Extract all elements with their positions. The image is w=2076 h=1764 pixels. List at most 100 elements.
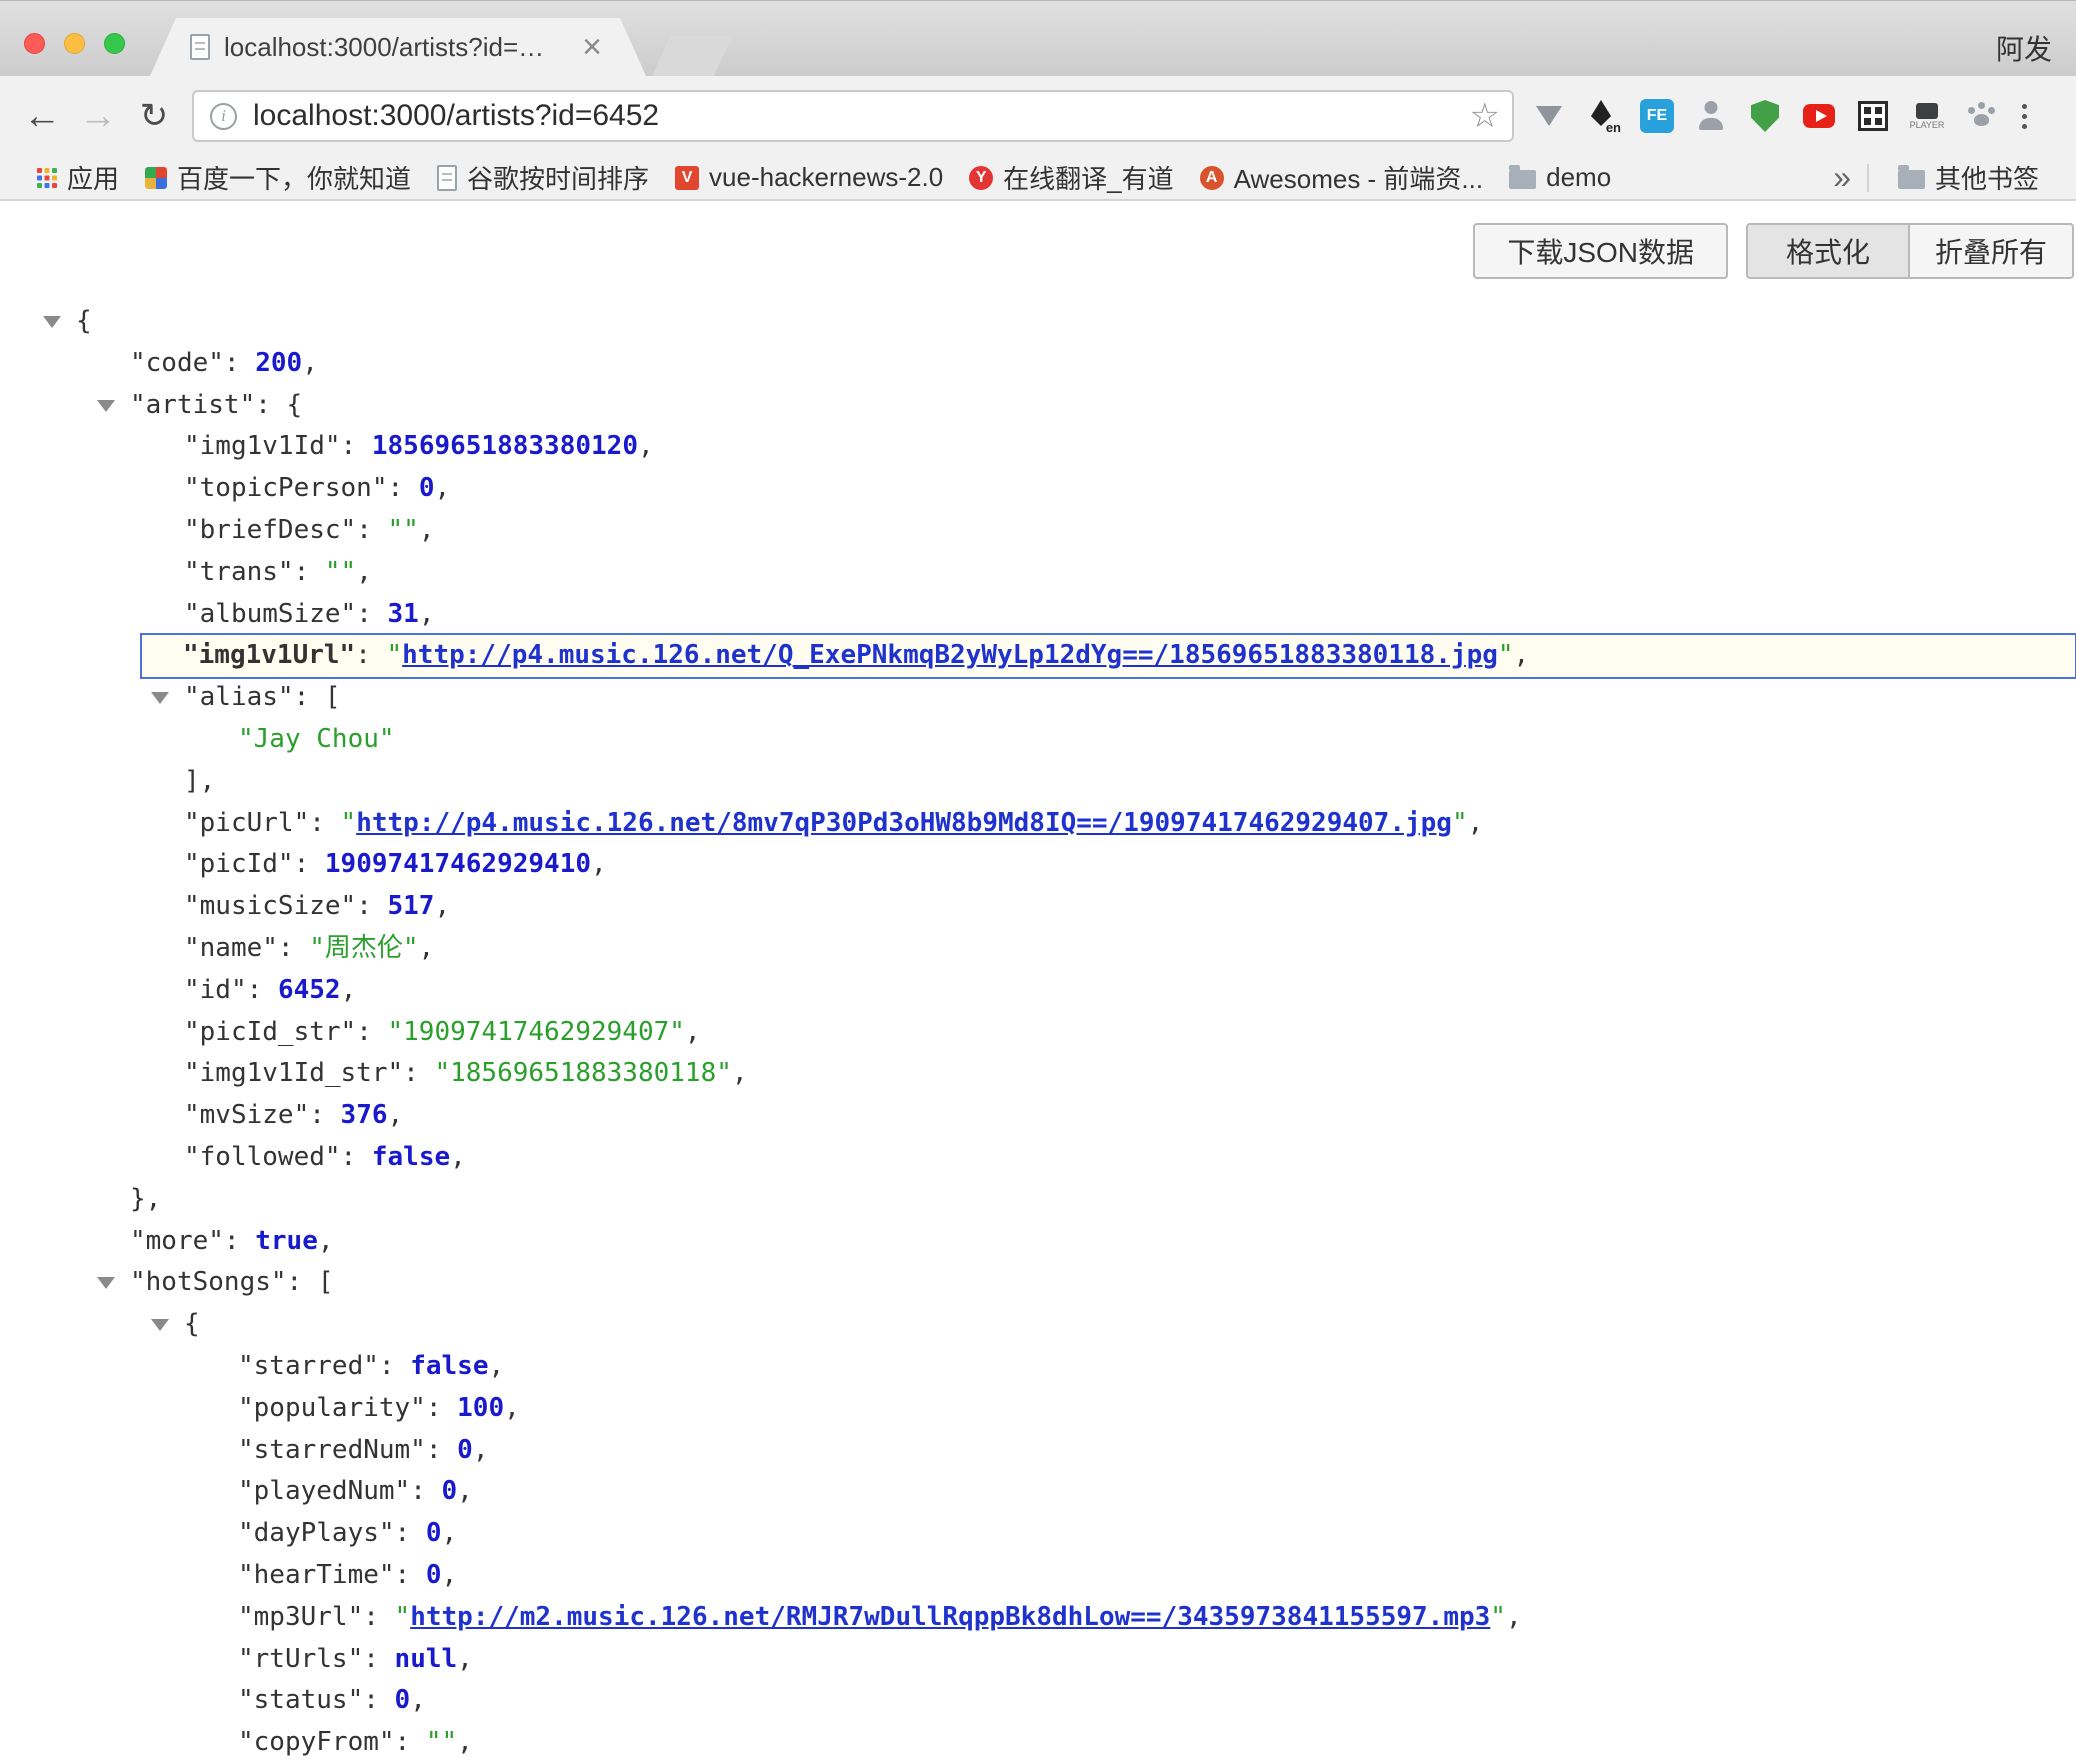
bookmark-star-icon[interactable]: ☆ — [1470, 96, 1500, 136]
folder-icon — [1509, 170, 1536, 189]
window-zoom-button[interactable] — [104, 33, 125, 54]
json-rows: {"code": 200,"artist": {"img1v1Id": 1856… — [0, 301, 2076, 1764]
json-key: "musicSize" — [184, 891, 356, 921]
tab-close-icon[interactable]: × — [582, 30, 602, 64]
json-punct: : — [379, 1351, 410, 1381]
bookmark-item[interactable]: demo — [1496, 156, 1624, 199]
qrcode-icon[interactable] — [1856, 99, 1890, 133]
json-row: { — [0, 301, 2076, 343]
translate-pen-icon[interactable]: en — [1586, 99, 1620, 133]
reload-button[interactable]: ↻ — [126, 96, 182, 136]
json-punct: , — [488, 1351, 504, 1381]
bookmarks-overflow-icon[interactable]: » — [1833, 159, 1851, 196]
adblock-shield-icon[interactable] — [1748, 99, 1782, 133]
json-key: "artist" — [130, 390, 255, 420]
json-string: "" — [325, 557, 356, 587]
profile-person-icon[interactable] — [1694, 99, 1728, 133]
bookmark-item[interactable]: 谷歌按时间排序 — [424, 156, 662, 199]
json-row: "img1v1Id_str": "18569651883380118", — [0, 1053, 2076, 1095]
json-punct: , — [1506, 1602, 1522, 1632]
json-punct: : { — [255, 390, 302, 420]
json-number: 0 — [419, 473, 435, 503]
window-titlebar: localhost:3000/artists?id=645 × 阿发 — [0, 0, 2076, 76]
json-string: "Jay Chou" — [238, 724, 395, 754]
youtube-icon[interactable] — [1802, 99, 1836, 133]
json-key: "code" — [130, 348, 224, 378]
json-key: "popularity" — [238, 1393, 426, 1423]
json-row-selected: "img1v1Url": "http://p4.music.126.net/Q_… — [142, 635, 2075, 677]
download-json-button[interactable]: 下载JSON数据 — [1473, 223, 1728, 279]
json-row: "alias": [ — [0, 677, 2076, 719]
json-link[interactable]: http://p4.music.126.net/8mv7qP30Pd3oHW8b… — [356, 808, 1452, 838]
json-punct: : — [356, 1017, 387, 1047]
vue-icon: V — [675, 166, 699, 190]
json-punct: : — [356, 891, 387, 921]
browser-menu-icon[interactable] — [2002, 98, 2046, 134]
page-info-icon[interactable]: i — [210, 103, 237, 130]
bookmark-label: vue-hackernews-2.0 — [709, 162, 943, 193]
json-punct: : [ — [287, 1267, 334, 1297]
json-row: "starredNum": 0, — [0, 1430, 2076, 1472]
browser-tab[interactable]: localhost:3000/artists?id=645 × — [150, 18, 646, 76]
fe-icon-label: FE — [1647, 108, 1667, 124]
apps-label: 应用 — [67, 159, 119, 196]
json-punct: , — [442, 1560, 458, 1590]
bookmark-label: Awesomes - 前端资... — [1234, 159, 1483, 196]
paw-icon[interactable] — [1964, 99, 1998, 133]
json-key: "img1v1Url" — [183, 640, 355, 670]
json-row: "picUrl": "http://p4.music.126.net/8mv7q… — [0, 803, 2076, 845]
json-key: "hotSongs" — [130, 1267, 287, 1297]
json-number: 200 — [255, 348, 302, 378]
apps-shortcut[interactable]: 应用 — [24, 156, 132, 199]
awesomes-icon: A — [1200, 166, 1224, 190]
format-button[interactable]: 格式化 — [1746, 223, 1910, 279]
json-number: 0 — [457, 1435, 473, 1465]
omnibox[interactable]: i ☆ — [192, 90, 1514, 142]
url-input[interactable] — [253, 99, 1456, 133]
collapse-all-button[interactable]: 折叠所有 — [1910, 223, 2074, 279]
json-punct: : — [395, 1560, 426, 1590]
collapse-toggle-icon[interactable] — [97, 1277, 115, 1289]
json-punct: , — [410, 1685, 426, 1715]
json-punct: : — [363, 1685, 394, 1715]
json-link[interactable]: http://p4.music.126.net/Q_ExePNkmqB2yWyL… — [402, 640, 1498, 670]
json-link[interactable]: http://m2.music.126.net/RMJR7wDullRqppBk… — [410, 1602, 1490, 1632]
bookmarks-right: » 其他书签 — [1833, 159, 2052, 196]
forward-button: → — [70, 95, 126, 138]
json-key: "playedNum" — [238, 1476, 410, 1506]
back-button[interactable]: ← — [14, 95, 70, 138]
vimium-flag-icon[interactable] — [1532, 99, 1566, 133]
player-icon[interactable]: PLAYER — [1910, 99, 1944, 133]
fe-icon[interactable]: FE — [1640, 99, 1674, 133]
json-punct: : — [341, 1142, 372, 1172]
json-key: "hearTime" — [238, 1560, 395, 1590]
json-key: "picUrl" — [184, 808, 309, 838]
bookmark-item[interactable]: A Awesomes - 前端资... — [1187, 156, 1496, 199]
bookmarks-divider — [1867, 164, 1869, 192]
json-punct: , — [685, 1017, 701, 1047]
window-minimize-button[interactable] — [64, 33, 85, 54]
json-number: 31 — [388, 599, 419, 629]
other-bookmarks-button[interactable]: 其他书签 — [1885, 159, 2052, 196]
new-tab-button[interactable] — [652, 36, 732, 76]
window-close-button[interactable] — [24, 33, 45, 54]
json-punct: : — [395, 1727, 426, 1757]
collapse-toggle-icon[interactable] — [151, 1319, 169, 1331]
json-row: "rtUrls": null, — [0, 1639, 2076, 1681]
json-punct: , — [434, 473, 450, 503]
bookmark-label: 在线翻译_有道 — [1003, 159, 1173, 196]
collapse-toggle-icon[interactable] — [43, 316, 61, 328]
bookmark-label: 谷歌按时间排序 — [467, 159, 649, 196]
collapse-toggle-icon[interactable] — [151, 692, 169, 704]
bookmark-item[interactable]: 百度一下，你就知道 — [132, 156, 424, 199]
bookmark-item[interactable]: Vvue-hackernews-2.0 — [662, 156, 956, 199]
json-row: "code": 200, — [0, 343, 2076, 385]
json-number: null — [395, 1644, 458, 1674]
bookmark-item[interactable]: Y在线翻译_有道 — [956, 156, 1186, 199]
json-punct: , — [473, 1435, 489, 1465]
json-punct: : — [355, 640, 386, 670]
collapse-toggle-icon[interactable] — [97, 400, 115, 412]
json-key: "copyFrom" — [238, 1727, 395, 1757]
bookmarks-items: 百度一下，你就知道谷歌按时间排序Vvue-hackernews-2.0Y在线翻译… — [132, 156, 1624, 199]
json-row: "starred": false, — [0, 1346, 2076, 1388]
